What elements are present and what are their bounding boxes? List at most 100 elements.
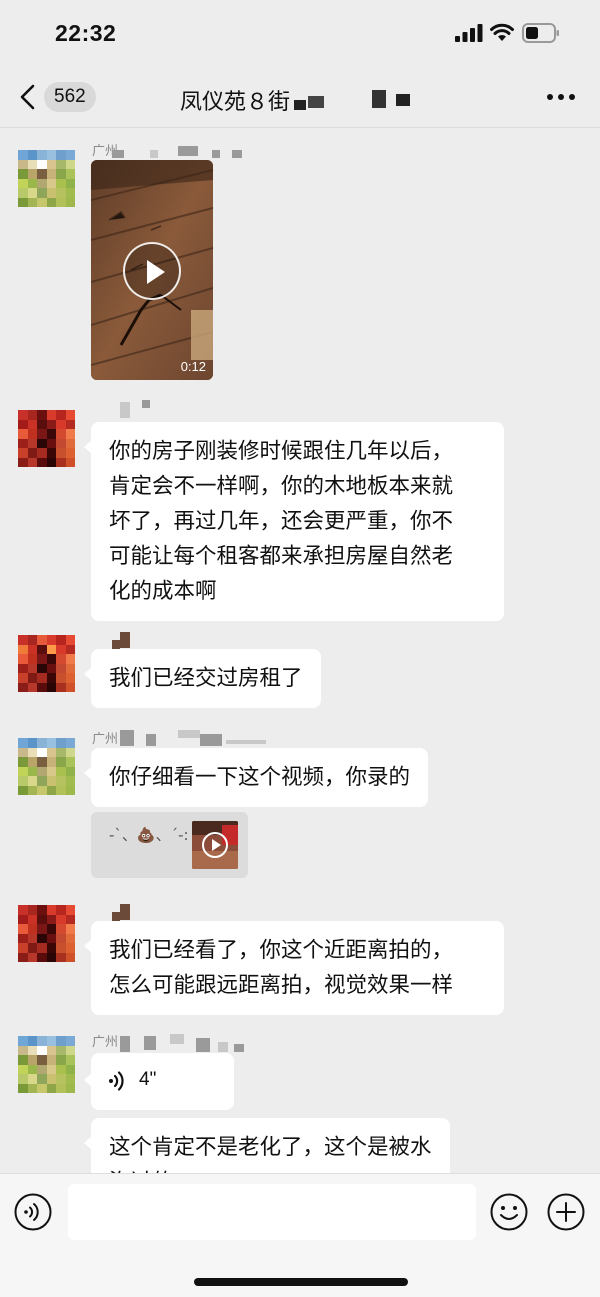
avatar-pixel	[56, 150, 66, 160]
avatar-pixel	[18, 1074, 28, 1084]
name-blur-pixel	[212, 150, 220, 158]
title-blur-block	[308, 96, 324, 108]
avatar-pixel	[65, 188, 75, 198]
avatar-pixel	[56, 1045, 66, 1055]
text-message[interactable]: 你仔细看一下这个视频，你录的	[83, 748, 429, 807]
emoji-icon[interactable]	[490, 1193, 528, 1231]
play-icon	[147, 260, 165, 284]
avatar-pixel	[27, 757, 37, 767]
avatar-pixel	[27, 776, 37, 786]
video-duration: 0:12	[180, 359, 206, 374]
avatar-pixel	[65, 952, 75, 962]
avatar-pixel	[65, 924, 75, 934]
avatar-pixel	[65, 673, 75, 683]
message-input[interactable]	[68, 1184, 476, 1240]
avatar-pixel	[56, 766, 66, 776]
avatar-pixel	[46, 905, 56, 915]
avatar-pixel	[65, 1036, 75, 1046]
avatar-pixel	[65, 663, 75, 673]
voice-mode-icon[interactable]	[14, 1193, 52, 1231]
avatar-pixel	[56, 933, 66, 943]
more-icon[interactable]	[546, 92, 576, 102]
avatar-pixel	[46, 644, 56, 654]
avatar[interactable]	[18, 1036, 75, 1093]
avatar-pixel	[18, 178, 28, 188]
avatar-pixel	[18, 1055, 28, 1065]
avatar-pixel	[65, 150, 75, 160]
avatar-pixel	[46, 419, 56, 429]
video-message[interactable]: 0:12	[91, 160, 213, 380]
avatar-pixel	[37, 438, 47, 448]
avatar-pixel	[18, 663, 28, 673]
avatar-pixel	[46, 785, 56, 795]
chat-title[interactable]: 凤仪苑８街	[180, 84, 290, 116]
avatar-pixel	[65, 644, 75, 654]
avatar-pixel	[56, 457, 66, 467]
avatar-pixel	[37, 1055, 47, 1065]
battery-icon	[522, 23, 559, 43]
avatar-pixel	[37, 644, 47, 654]
avatar-pixel	[18, 924, 28, 934]
avatar-pixel	[56, 776, 66, 786]
play-button[interactable]	[123, 242, 181, 300]
avatar[interactable]	[18, 905, 75, 962]
avatar-pixel	[46, 757, 56, 767]
avatar-pixel	[56, 197, 66, 207]
message-line: 可能让每个租客都来承担房屋自然老	[109, 544, 454, 569]
title-blur-block	[372, 90, 386, 108]
avatar-pixel	[56, 905, 66, 915]
name-blur-pixel	[178, 146, 198, 156]
avatar-pixel	[56, 914, 66, 924]
avatar-pixel	[46, 429, 56, 439]
text-message[interactable]: 我们已经看了，你这个近距离拍的， 怎么可能跟远距离拍，视觉效果一样	[84, 921, 504, 1015]
avatar-pixel	[56, 757, 66, 767]
avatar-pixel	[65, 419, 75, 429]
back-button[interactable]: 562	[18, 80, 104, 114]
avatar[interactable]	[18, 150, 75, 207]
title-blur-block	[396, 94, 410, 106]
name-blur-pixel	[146, 734, 156, 746]
chat-header: 562 凤仪苑８街	[0, 66, 600, 128]
avatar-pixel	[37, 933, 47, 943]
status-bar: 22:32	[0, 0, 600, 66]
home-indicator[interactable]	[194, 1278, 408, 1286]
sender-name: 广州	[92, 732, 119, 747]
avatar-pixel	[56, 1083, 66, 1093]
avatar-pixel	[18, 673, 28, 683]
avatar[interactable]	[18, 410, 75, 467]
message-line: 你仔细看一下这个视频，你录的	[109, 765, 411, 790]
avatar-pixel	[56, 410, 66, 420]
avatar-pixel	[46, 1045, 56, 1055]
message-line: 化的成本啊	[109, 579, 217, 604]
avatar-pixel	[37, 429, 47, 439]
text-message[interactable]: 你的房子刚装修时候跟住几年以后， 肯定会不一样啊，你的木地板本来就 坏了，再过几…	[84, 422, 504, 621]
voice-message[interactable]: 4"	[84, 1053, 234, 1110]
avatar-pixel	[46, 635, 56, 645]
avatar-pixel	[18, 682, 28, 692]
avatar-pixel	[37, 1045, 47, 1055]
avatar-pixel	[18, 757, 28, 767]
avatar-pixel	[18, 635, 28, 645]
avatar-pixel	[27, 1083, 37, 1093]
back-chevron-icon	[20, 84, 35, 110]
add-icon[interactable]	[547, 1193, 585, 1231]
avatar-pixel	[27, 766, 37, 776]
avatar-pixel	[46, 747, 56, 757]
message-line: 这个肯定不是老化了，这个是被水	[109, 1135, 432, 1160]
avatar-pixel	[37, 682, 47, 692]
avatar-pixel	[27, 654, 37, 664]
avatar[interactable]	[18, 635, 75, 692]
avatar-pixel	[46, 159, 56, 169]
name-blur-pixel	[232, 150, 242, 158]
avatar[interactable]	[18, 738, 75, 795]
avatar-pixel	[56, 682, 66, 692]
quoted-video-reference[interactable]: -`、💩、´-:	[91, 812, 248, 878]
avatar-pixel	[27, 159, 37, 169]
avatar-pixel	[18, 457, 28, 467]
avatar-pixel	[65, 159, 75, 169]
text-message[interactable]: 我们已经交过房租了	[84, 649, 321, 708]
avatar-pixel	[18, 1036, 28, 1046]
avatar-pixel	[65, 457, 75, 467]
sender-name: 广州	[92, 1035, 119, 1050]
avatar-pixel	[27, 905, 37, 915]
